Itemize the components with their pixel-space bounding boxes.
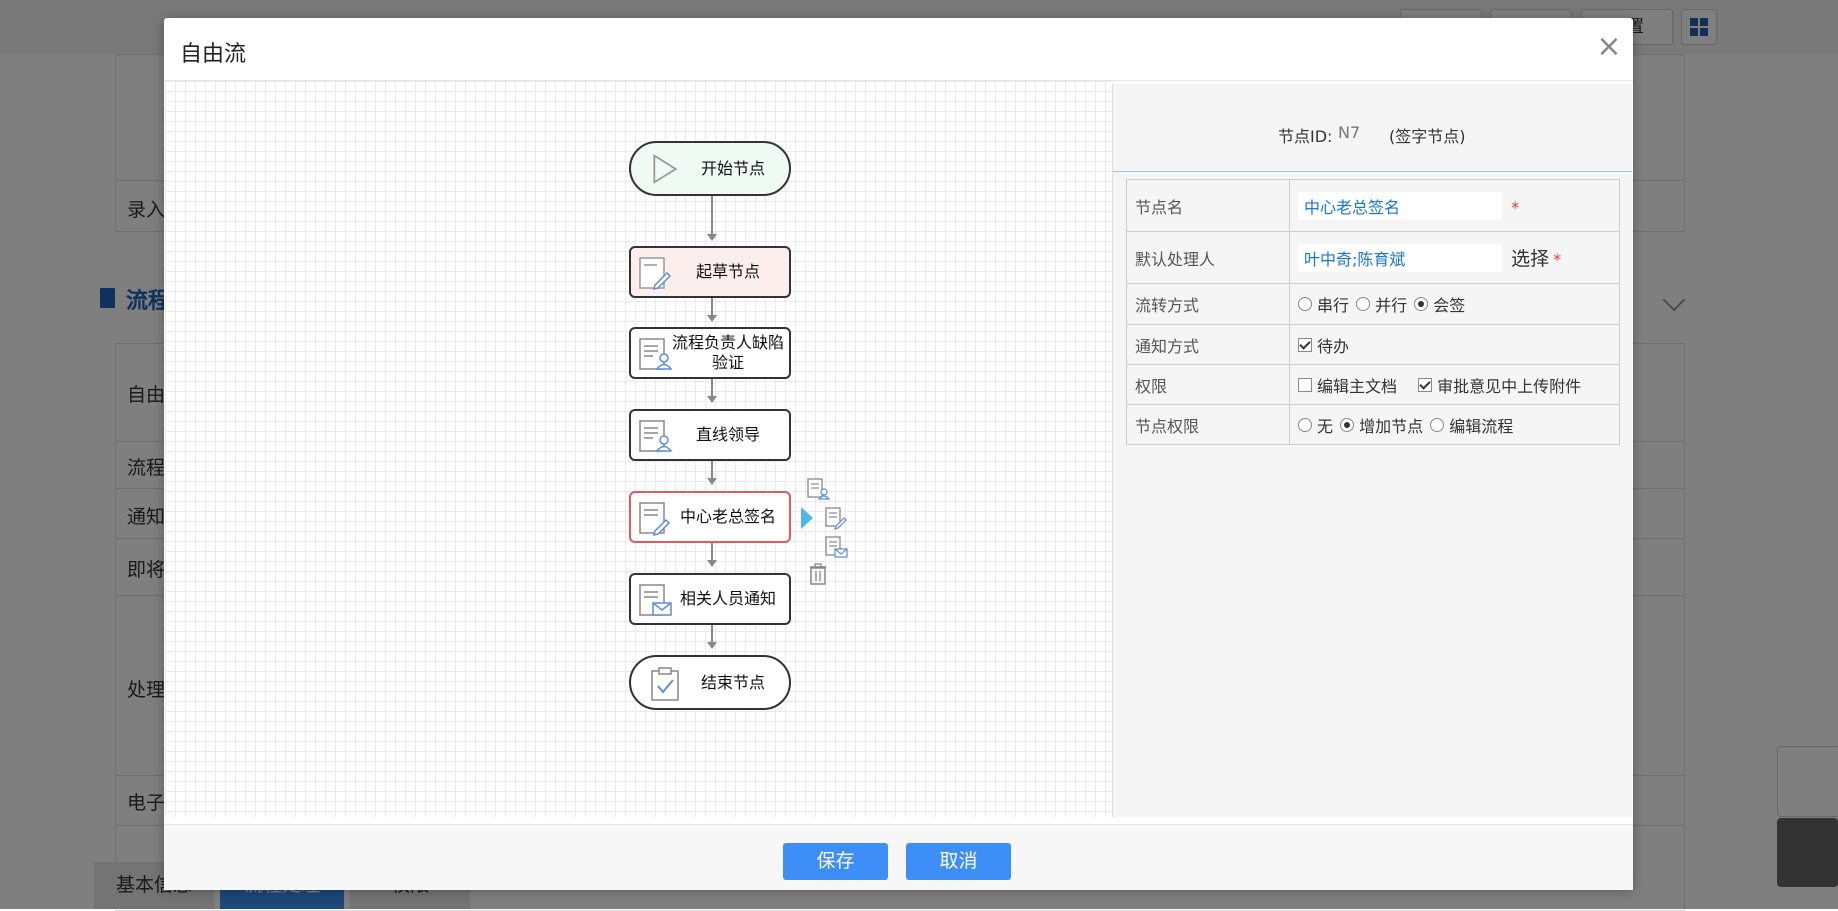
option-label: 编辑流程 bbox=[1449, 416, 1514, 436]
handler-cell: 选择* bbox=[1289, 231, 1620, 284]
flow-node-notify[interactable]: 相关人员通知 bbox=[629, 573, 791, 625]
row-notify: 通知方式 待办 bbox=[1126, 324, 1620, 365]
notify-label: 通知方式 bbox=[1126, 324, 1290, 365]
required-mark: * bbox=[1553, 249, 1562, 269]
option-label: 串行 bbox=[1317, 296, 1350, 315]
flow-node-defect-verify[interactable]: 流程负责人缺陷验证 bbox=[629, 327, 791, 379]
checkbox-checked[interactable] bbox=[1298, 337, 1312, 352]
flow-mode-serial[interactable]: 串行 bbox=[1298, 292, 1349, 316]
flow-node-label: 开始节点 bbox=[700, 158, 765, 178]
node-properties-table: 节点名 * 默认处理人 选择* 流转方式 串行 并行 会签 bbox=[1126, 179, 1620, 445]
flow-node-end[interactable]: 结束节点 bbox=[629, 655, 791, 710]
connector-arrow bbox=[707, 315, 717, 322]
dialog-header: 自由流 × bbox=[164, 18, 1633, 81]
node-id-header: 节点ID: N7 (签字节点) bbox=[1113, 84, 1632, 172]
delete-node-icon[interactable] bbox=[806, 562, 830, 586]
flow-node-label: 相关人员通知 bbox=[679, 589, 776, 608]
select-handler-link[interactable]: 选择 bbox=[1511, 248, 1549, 270]
clipboard-check-icon bbox=[651, 667, 679, 701]
flow-node-label: 直线领导 bbox=[695, 425, 760, 444]
flow-mode-countersign[interactable]: 会签 bbox=[1414, 292, 1465, 316]
row-node-name: 节点名 * bbox=[1126, 179, 1620, 232]
connector bbox=[711, 194, 713, 238]
flow-node-label: 起草节点 bbox=[695, 262, 760, 281]
perm-edit-main-doc[interactable]: 编辑主文档 bbox=[1298, 373, 1397, 397]
row-handler: 默认处理人 选择* bbox=[1126, 231, 1620, 284]
option-label: 并行 bbox=[1375, 296, 1408, 315]
add-sign-node-icon[interactable] bbox=[824, 506, 848, 530]
add-approver-node-icon[interactable] bbox=[806, 477, 830, 501]
flow-node-draft[interactable]: 起草节点 bbox=[629, 246, 791, 298]
node-properties-panel: 节点ID: N7 (签字节点) 节点名 * 默认处理人 选择* 流转方式 bbox=[1112, 84, 1632, 817]
checkbox[interactable] bbox=[1298, 377, 1312, 392]
flow-node-label: 流程负责人缺陷验证 bbox=[671, 333, 784, 372]
user-doc-icon bbox=[639, 420, 673, 452]
mail-doc-icon bbox=[639, 584, 672, 616]
draft-icon bbox=[639, 257, 672, 291]
dialog-title: 自由流 bbox=[180, 42, 247, 67]
connector-arrow bbox=[707, 560, 717, 567]
node-perm-label: 节点权限 bbox=[1126, 404, 1290, 445]
flow-node-line-manager[interactable]: 直线领导 bbox=[629, 409, 791, 461]
play-icon bbox=[653, 154, 678, 184]
free-flow-dialog: 自由流 × 开始节点 起草节点 流程负责人缺陷验证 直线领导 中心老总签名 相关… bbox=[164, 18, 1633, 890]
required-mark: * bbox=[1511, 197, 1520, 217]
node-name-input[interactable] bbox=[1298, 191, 1502, 220]
flow-mode-label: 流转方式 bbox=[1126, 283, 1290, 325]
save-button[interactable]: 保存 bbox=[783, 843, 888, 880]
radio-button-selected[interactable] bbox=[1340, 417, 1355, 432]
option-label: 增加节点 bbox=[1359, 416, 1424, 436]
perm-upload-attachment[interactable]: 审批意见中上传附件 bbox=[1418, 373, 1581, 397]
permission-cell: 编辑主文档 审批意见中上传附件 bbox=[1289, 364, 1620, 405]
handler-input[interactable] bbox=[1298, 243, 1502, 272]
notify-todo[interactable]: 待办 bbox=[1298, 333, 1349, 357]
connector-arrow bbox=[707, 642, 717, 649]
flow-node-gm-sign[interactable]: 中心老总签名 bbox=[629, 491, 791, 543]
radio-button[interactable] bbox=[1298, 297, 1312, 311]
checkbox-checked[interactable] bbox=[1418, 377, 1433, 392]
option-label: 会签 bbox=[1433, 296, 1466, 315]
node-perm-cell: 无 增加节点 编辑流程 bbox=[1289, 404, 1620, 445]
connector-arrow bbox=[707, 234, 717, 241]
selected-node-pointer bbox=[801, 507, 813, 529]
radio-button[interactable] bbox=[1430, 417, 1445, 432]
cancel-button[interactable]: 取消 bbox=[906, 843, 1011, 880]
node-id-value: N7 bbox=[1338, 123, 1361, 142]
row-flow-mode: 流转方式 串行 并行 会签 bbox=[1126, 283, 1620, 325]
option-label: 审批意见中上传附件 bbox=[1437, 376, 1582, 396]
permission-label: 权限 bbox=[1126, 364, 1290, 405]
dialog-footer: 保存 取消 bbox=[164, 824, 1633, 890]
option-label: 编辑主文档 bbox=[1317, 376, 1398, 396]
node-name-label: 节点名 bbox=[1126, 179, 1290, 232]
node-perm-edit-flow[interactable]: 编辑流程 bbox=[1430, 413, 1513, 437]
option-label: 待办 bbox=[1317, 336, 1350, 356]
node-type: (签字节点) bbox=[1389, 127, 1466, 146]
flow-node-label: 中心老总签名 bbox=[679, 507, 776, 526]
node-perm-add-node[interactable]: 增加节点 bbox=[1340, 413, 1423, 437]
notify-cell: 待办 bbox=[1289, 324, 1620, 365]
row-node-permission: 节点权限 无 增加节点 编辑流程 bbox=[1126, 404, 1620, 445]
flow-node-label: 结束节点 bbox=[700, 672, 765, 692]
user-doc-icon bbox=[639, 338, 673, 370]
option-label: 无 bbox=[1317, 416, 1334, 436]
close-icon[interactable]: × bbox=[1594, 32, 1624, 62]
radio-button[interactable] bbox=[1298, 417, 1312, 432]
flow-node-start[interactable]: 开始节点 bbox=[629, 141, 791, 196]
row-permission: 权限 编辑主文档 审批意见中上传附件 bbox=[1126, 364, 1620, 405]
flow-mode-cell: 串行 并行 会签 bbox=[1289, 283, 1620, 325]
connector-arrow bbox=[707, 478, 717, 485]
radio-button[interactable] bbox=[1356, 297, 1371, 311]
connector-arrow bbox=[707, 396, 717, 403]
add-notify-node-icon[interactable] bbox=[824, 535, 848, 559]
sign-doc-icon bbox=[639, 502, 671, 536]
radio-button-selected[interactable] bbox=[1414, 297, 1429, 311]
node-perm-none[interactable]: 无 bbox=[1298, 413, 1333, 437]
flow-mode-parallel[interactable]: 并行 bbox=[1356, 292, 1407, 316]
flow-canvas[interactable]: 开始节点 起草节点 流程负责人缺陷验证 直线领导 中心老总签名 相关人员通知 结… bbox=[165, 81, 1111, 817]
node-name-cell: * bbox=[1289, 179, 1620, 232]
handler-label: 默认处理人 bbox=[1126, 231, 1290, 284]
node-id-label: 节点ID: bbox=[1278, 127, 1333, 146]
